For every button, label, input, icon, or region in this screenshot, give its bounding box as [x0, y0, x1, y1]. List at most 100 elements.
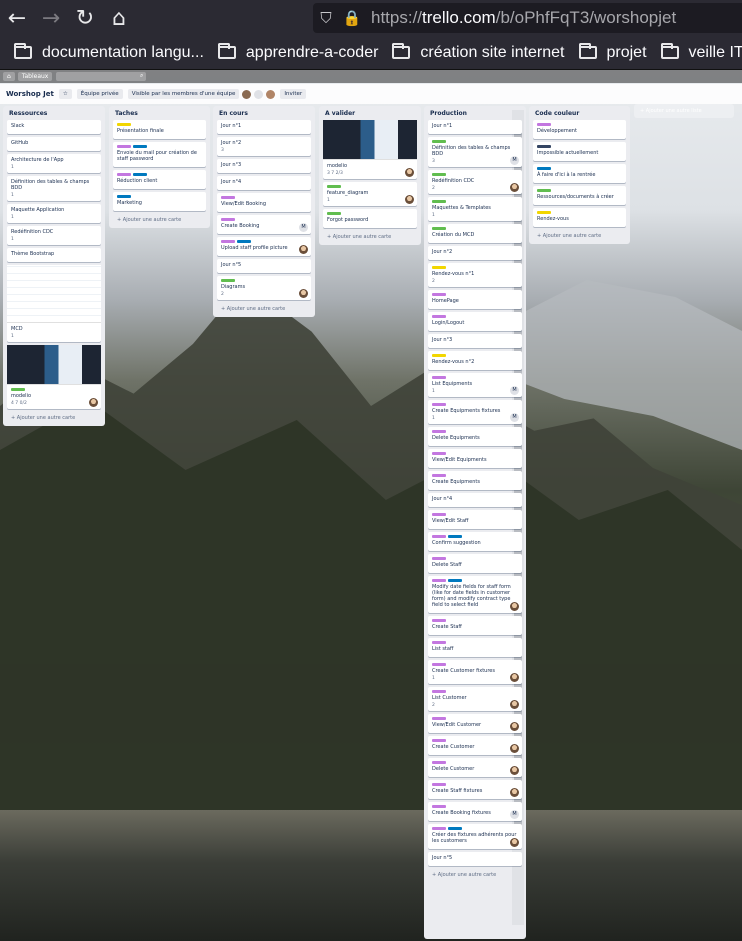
avatar[interactable]: [254, 89, 264, 99]
member-avatar[interactable]: [510, 788, 519, 797]
label-blue[interactable]: [448, 827, 462, 830]
member-avatar[interactable]: [510, 766, 519, 775]
card[interactable]: Create Booking M: [217, 215, 311, 234]
card[interactable]: Create Equipments: [428, 471, 522, 490]
label-green[interactable]: [432, 200, 446, 203]
card[interactable]: Jour n°5: [217, 259, 311, 273]
label-purple[interactable]: [432, 663, 446, 666]
card[interactable]: Modify date fields for staff form (like …: [428, 576, 522, 613]
shield-icon[interactable]: ⛉: [313, 9, 339, 27]
label-yellow[interactable]: [537, 211, 551, 214]
list-title[interactable]: En cours: [213, 106, 315, 120]
url-bar[interactable]: ⛉ 🔒 https://trello.com/b/oPhfFqT3/worsho…: [313, 3, 742, 33]
member-avatar[interactable]: [299, 245, 308, 254]
member-avatar[interactable]: [510, 744, 519, 753]
member-avatar[interactable]: [405, 168, 414, 177]
label-purple[interactable]: [432, 293, 446, 296]
label-green[interactable]: [11, 388, 25, 391]
member-avatar[interactable]: [510, 183, 519, 192]
list-title[interactable]: Production: [424, 106, 526, 120]
card[interactable]: Jour n°3: [217, 159, 311, 173]
label-dark[interactable]: [537, 145, 551, 148]
label-purple[interactable]: [432, 474, 446, 477]
card[interactable]: Forgot password: [323, 209, 417, 228]
card[interactable]: Créer des fixtures adhérents pour les cu…: [428, 824, 522, 849]
card[interactable]: Création du MCD: [428, 224, 522, 243]
card[interactable]: Slack: [7, 120, 101, 134]
label-purple[interactable]: [432, 690, 446, 693]
member-avatar[interactable]: [405, 195, 414, 204]
label-green[interactable]: [537, 189, 551, 192]
home-icon[interactable]: ⌂: [3, 72, 15, 81]
card[interactable]: View/Edit Equipments: [428, 449, 522, 468]
member-avatar[interactable]: [299, 289, 308, 298]
label-purple[interactable]: [432, 513, 446, 516]
label-purple[interactable]: [432, 579, 446, 582]
avatar[interactable]: [242, 89, 252, 99]
label-purple[interactable]: [432, 717, 446, 720]
add-card-button[interactable]: + Ajouter une autre carte: [3, 412, 105, 426]
card[interactable]: Jour n°2 3: [217, 137, 311, 156]
label-green[interactable]: [432, 140, 446, 143]
member-avatar[interactable]: M: [510, 810, 519, 819]
board-name[interactable]: Worshop Jet: [6, 90, 54, 98]
card[interactable]: Create Staff: [428, 616, 522, 635]
label-blue[interactable]: [133, 145, 147, 148]
label-green[interactable]: [327, 212, 341, 215]
label-yellow[interactable]: [117, 123, 131, 126]
card[interactable]: Diagrams 2: [217, 276, 311, 300]
label-blue[interactable]: [237, 240, 251, 243]
card[interactable]: Delete Staff: [428, 554, 522, 573]
search-icon[interactable]: ⌕: [56, 72, 147, 81]
card[interactable]: HomePage: [428, 290, 522, 309]
label-blue[interactable]: [448, 579, 462, 582]
label-green[interactable]: [432, 173, 446, 176]
add-card-button[interactable]: + Ajouter une autre carte: [424, 869, 526, 883]
back-button[interactable]: ←: [0, 1, 34, 35]
label-purple[interactable]: [432, 557, 446, 560]
card[interactable]: Définition des tables & champs BDD 1: [7, 176, 101, 201]
card[interactable]: Réduction client: [113, 170, 206, 189]
team-button[interactable]: Équipe privée: [76, 89, 123, 99]
card[interactable]: À faire d'ici à la rentrée: [533, 164, 626, 183]
add-list-button[interactable]: + Ajouter une autre liste: [634, 104, 734, 118]
card[interactable]: Maquette Application 1: [7, 204, 101, 223]
card[interactable]: Jour n°4: [428, 493, 522, 507]
bookmark-4[interactable]: projet: [578, 43, 647, 62]
label-purple[interactable]: [117, 173, 131, 176]
card[interactable]: Architecture de l'App 1: [7, 154, 101, 173]
card[interactable]: Login/Logout: [428, 312, 522, 331]
boards-button[interactable]: Tableaux: [17, 72, 53, 81]
list-title[interactable]: Taches: [109, 106, 210, 120]
label-purple[interactable]: [432, 761, 446, 764]
url-text[interactable]: https://trello.com/b/oPhfFqT3/worshopjet: [371, 8, 676, 28]
add-card-button[interactable]: + Ajouter une autre carte: [109, 214, 210, 228]
label-purple[interactable]: [221, 196, 235, 199]
member-avatar[interactable]: [510, 722, 519, 731]
card[interactable]: Jour n°4: [217, 176, 311, 190]
label-green[interactable]: [221, 279, 235, 282]
label-purple[interactable]: [432, 827, 446, 830]
member-avatar[interactable]: M: [510, 386, 519, 395]
card[interactable]: GitHub: [7, 137, 101, 151]
member-avatar[interactable]: [510, 602, 519, 611]
card[interactable]: Redéfinition CDC 1: [7, 226, 101, 245]
member-avatar[interactable]: [510, 700, 519, 709]
label-blue[interactable]: [448, 535, 462, 538]
card[interactable]: Jour n°2: [428, 246, 522, 260]
card[interactable]: Jour n°3: [428, 334, 522, 348]
card[interactable]: Create Staff fixtures: [428, 780, 522, 799]
card[interactable]: Thème Bootstrap: [7, 248, 101, 262]
card[interactable]: Upload staff profile picture: [217, 237, 311, 256]
card[interactable]: Marketing: [113, 192, 206, 211]
forward-button[interactable]: →: [34, 1, 68, 35]
label-purple[interactable]: [432, 805, 446, 808]
bookmark-5[interactable]: veille IT: [660, 43, 742, 62]
card[interactable]: Create Customer fixtures 1: [428, 660, 522, 684]
visibility-button[interactable]: Visible par les membres d'une équipe: [127, 89, 240, 99]
bookmark-3[interactable]: création site internet: [392, 43, 565, 62]
member-avatar[interactable]: M: [510, 156, 519, 165]
member-avatar[interactable]: [89, 398, 98, 407]
card[interactable]: Rendez-vous: [533, 208, 626, 227]
card[interactable]: Create Customer: [428, 736, 522, 755]
